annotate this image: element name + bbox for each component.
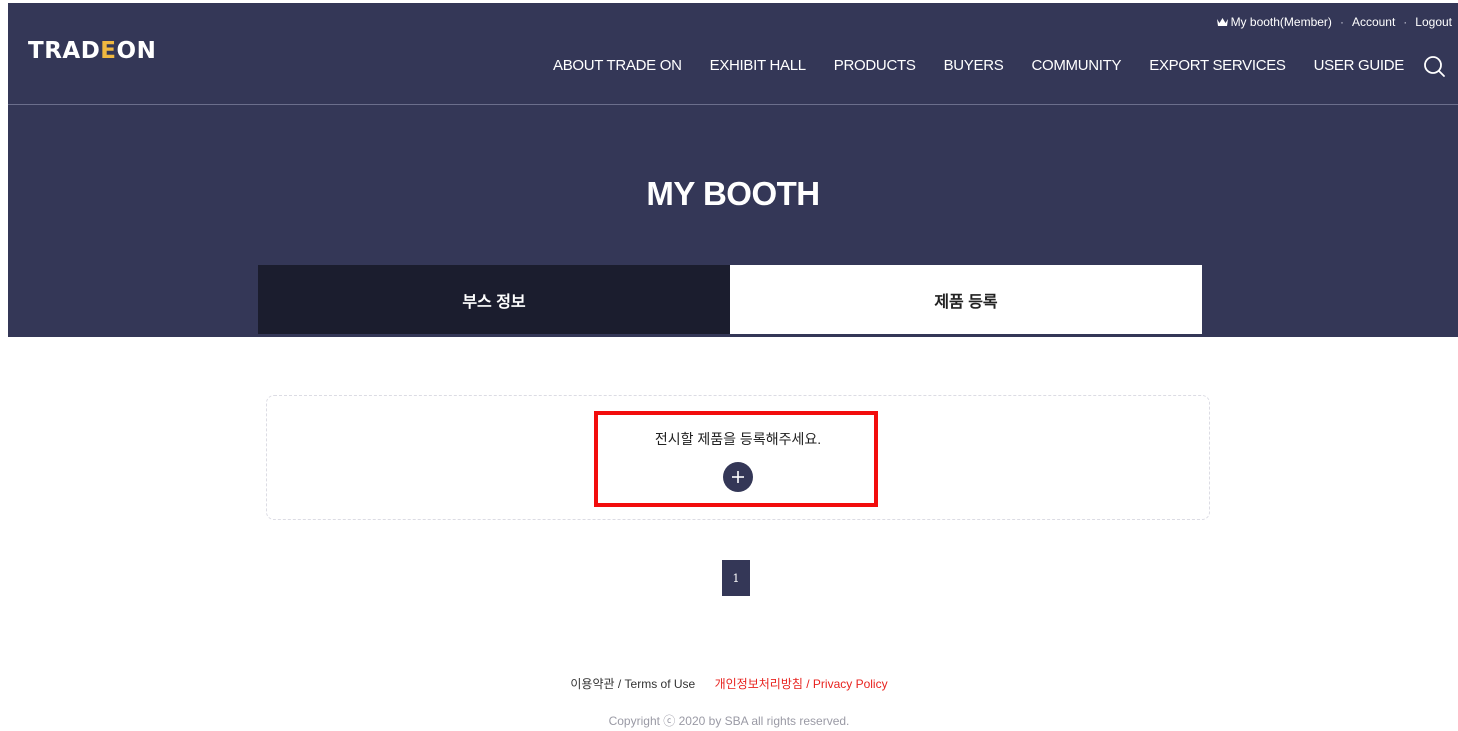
nav-export-services[interactable]: EXPORT SERVICES [1149,57,1286,74]
nav-about-trade-on[interactable]: ABOUT TRADE ON [553,57,682,74]
logout-link[interactable]: Logout [1415,15,1452,29]
empty-message: 전시할 제품을 등록해주세요. [654,431,822,447]
add-product-button[interactable] [723,462,753,492]
copyright-text: Copyright ⓒ 2020 by SBA all rights reser… [608,714,850,728]
main-nav: ABOUT TRADE ON EXHIBIT HALL PRODUCTS BUY… [553,57,1404,74]
account-link[interactable]: Account [1352,15,1395,29]
tab-product-registration[interactable]: 제품 등록 [730,265,1202,334]
utility-separator: · [1403,15,1408,29]
product-empty-state: 전시할 제품을 등록해주세요. [266,395,1210,520]
nav-buyers[interactable]: BUYERS [944,57,1004,74]
footer-links: 이용약관 / Terms of Use 개인정보처리방침 / Privacy P… [0,675,1458,692]
search-icon[interactable] [1422,54,1446,78]
utility-separator: · [1339,15,1344,29]
my-booth-link[interactable]: My booth(Member) [1216,15,1332,29]
pagination-page[interactable]: 1 [722,560,750,596]
booth-tabs: 부스 정보 제품 등록 [258,265,1202,334]
page-title: MY BOOTH [646,175,820,212]
utility-nav: My booth(Member) · Account · Logout [1216,15,1452,29]
privacy-policy-link[interactable]: 개인정보처리방침 / Privacy Policy [715,677,888,691]
header-divider [8,104,1458,105]
nav-community[interactable]: COMMUNITY [1031,57,1121,74]
tradeon-logo[interactable]: TRADEON [28,38,156,64]
plus-icon [732,471,744,483]
crown-icon [1216,17,1228,26]
terms-of-use-link[interactable]: 이용약관 / Terms of Use [570,677,695,691]
nav-exhibit-hall[interactable]: EXHIBIT HALL [710,57,806,74]
tab-booth-info[interactable]: 부스 정보 [258,265,730,334]
nav-products[interactable]: PRODUCTS [834,57,916,74]
nav-user-guide[interactable]: USER GUIDE [1314,57,1405,74]
